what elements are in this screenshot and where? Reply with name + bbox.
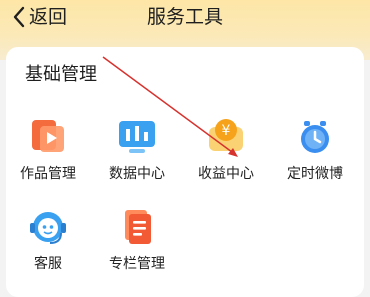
works-manage-icon — [28, 117, 68, 157]
tool-label: 收益中心 — [198, 166, 254, 182]
tool-column-manage[interactable]: 专栏管理 — [94, 207, 180, 273]
tool-scheduled-weibo[interactable]: 定时微博 — [272, 117, 358, 183]
basic-management-card: 基础管理 作品管理 数据中心 ¥ 收益中心 定时微博 客服 专栏管理 — [6, 47, 364, 297]
scheduled-weibo-icon — [295, 117, 335, 157]
section-title: 基础管理 — [25, 64, 97, 85]
tool-revenue-center[interactable]: ¥ 收益中心 — [183, 117, 269, 183]
tool-label: 数据中心 — [109, 166, 165, 182]
tool-works-manage[interactable]: 作品管理 — [5, 117, 91, 183]
revenue-center-icon: ¥ — [206, 117, 246, 157]
tool-customer-service[interactable]: 客服 — [5, 207, 91, 273]
tool-label: 作品管理 — [20, 166, 76, 182]
tool-data-center[interactable]: 数据中心 — [94, 117, 180, 183]
tool-label: 客服 — [34, 256, 62, 272]
tool-label: 专栏管理 — [109, 256, 165, 272]
svg-text:¥: ¥ — [222, 123, 231, 139]
page-title: 服务工具 — [146, 6, 223, 28]
column-manage-icon — [117, 207, 157, 247]
data-center-icon — [117, 117, 157, 157]
tool-label: 定时微博 — [287, 166, 343, 182]
customer-service-icon — [28, 207, 68, 247]
